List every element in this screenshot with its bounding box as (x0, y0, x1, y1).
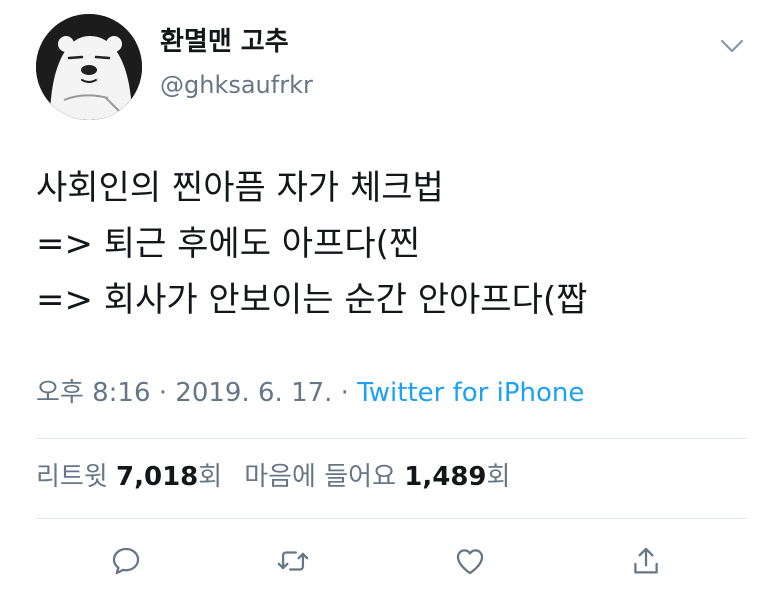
avatar[interactable] (36, 14, 142, 120)
share-icon (634, 547, 658, 574)
retweets-suffix: 회 (198, 462, 223, 492)
tweet-line: => 퇴근 후에도 아프다(찐 (36, 224, 421, 264)
likes-label: 마음에 들어요 (244, 462, 396, 492)
tweet-line: => 회사가 안보이는 순간 안아프다(짭 (36, 280, 588, 320)
share-button[interactable] (628, 543, 664, 579)
divider (36, 438, 747, 439)
tweet-date[interactable]: 2019. 6. 17. (175, 378, 332, 408)
likes-suffix: 회 (486, 462, 511, 492)
retweet-button[interactable] (275, 543, 311, 579)
like-button[interactable] (452, 543, 488, 579)
polar-bear-avatar-icon (36, 14, 142, 120)
tweet-line: 사회인의 찐아픔 자가 체크법 (36, 168, 444, 208)
tweet-stats: 리트윗 7,018회 마음에 들어요 1,489회 (36, 460, 510, 494)
user-handle[interactable]: @ghksaufrkr (160, 70, 313, 100)
retweets-label: 리트윗 (36, 462, 108, 492)
divider (36, 518, 747, 519)
retweet-icon (277, 551, 309, 571)
reply-button[interactable] (108, 543, 144, 579)
tweet-time[interactable]: 오후 8:16 (36, 378, 151, 408)
likes-stat[interactable]: 마음에 들어요 1,489회 (244, 462, 510, 492)
retweets-count: 7,018 (116, 462, 199, 492)
tweet-text: 사회인의 찐아픔 자가 체크법 => 퇴근 후에도 아프다(찐 => 회사가 안… (36, 160, 756, 328)
meta-separator: · (150, 378, 176, 408)
display-name[interactable]: 환멸맨 고추 (160, 26, 289, 58)
tweet-source-link[interactable]: Twitter for iPhone (357, 378, 584, 408)
likes-count: 1,489 (404, 462, 487, 492)
tweet-meta: 오후 8:16 · 2019. 6. 17. · Twitter for iPh… (36, 376, 584, 410)
more-options-button[interactable] (717, 34, 747, 58)
chevron-down-icon (720, 39, 744, 53)
like-icon (456, 549, 484, 575)
retweets-stat[interactable]: 리트윗 7,018회 (36, 462, 222, 492)
meta-separator: · (332, 378, 358, 408)
reply-icon (112, 547, 140, 575)
